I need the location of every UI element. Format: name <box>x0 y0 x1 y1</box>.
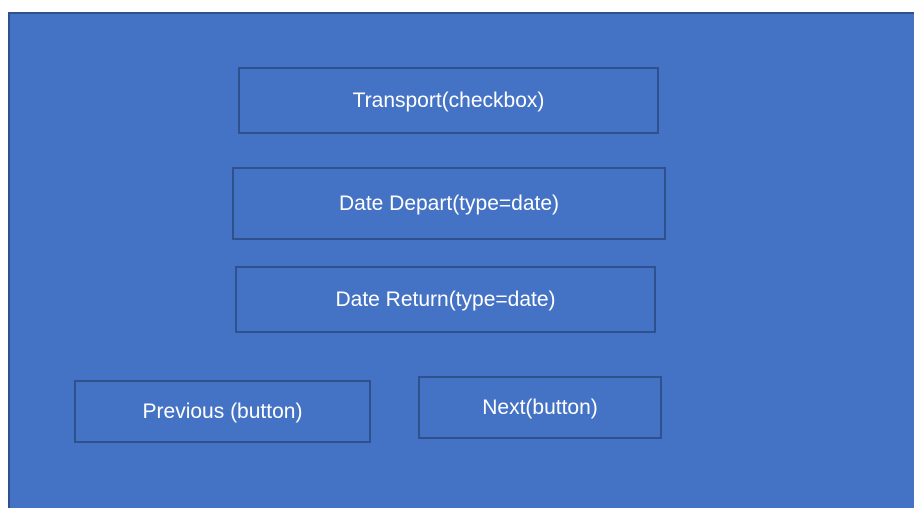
previous-button[interactable]: Previous (button) <box>74 380 371 443</box>
wireframe-canvas: Transport(checkbox) Date Depart(type=dat… <box>8 12 914 508</box>
next-button[interactable]: Next(button) <box>418 376 662 439</box>
date-depart-input[interactable]: Date Depart(type=date) <box>232 167 666 240</box>
next-button-label: Next(button) <box>482 395 598 419</box>
date-depart-label: Date Depart(type=date) <box>338 191 560 215</box>
date-return-label: Date Return(type=date) <box>335 287 556 311</box>
previous-button-label: Previous (button) <box>142 399 303 423</box>
transport-checkbox[interactable]: Transport(checkbox) <box>238 67 659 134</box>
transport-checkbox-label: Transport(checkbox) <box>352 88 545 112</box>
date-return-input[interactable]: Date Return(type=date) <box>235 266 656 333</box>
